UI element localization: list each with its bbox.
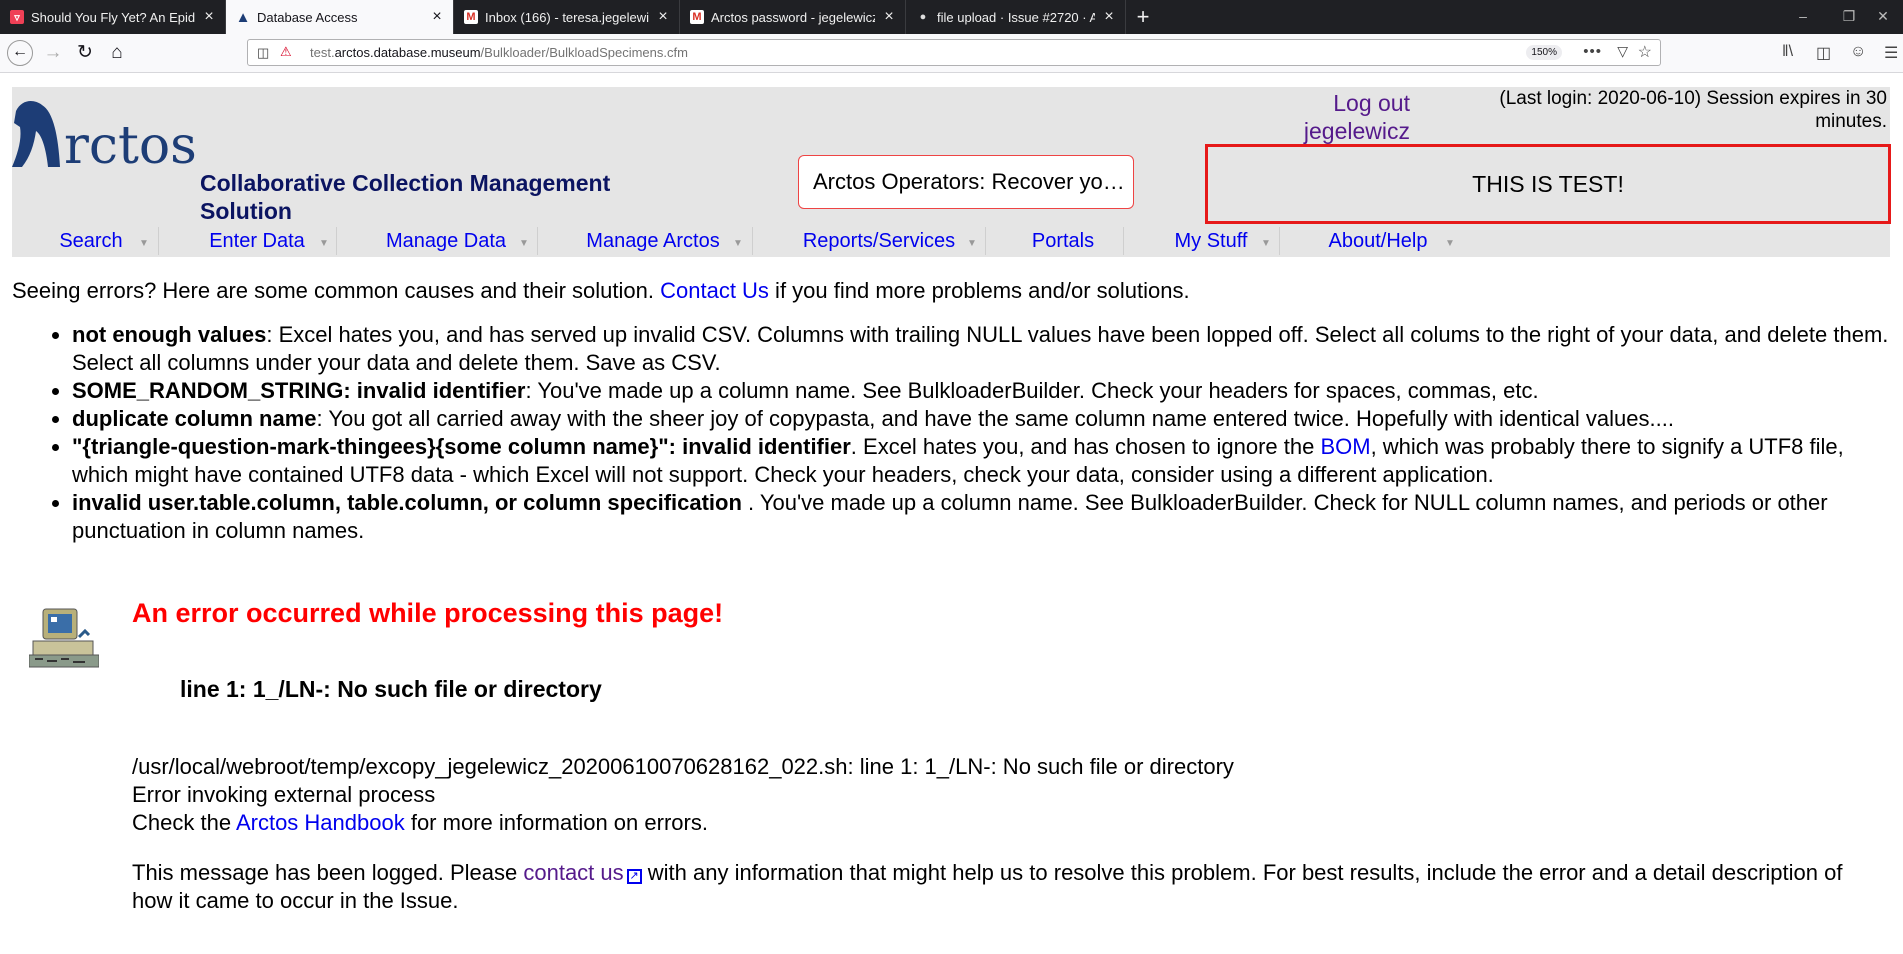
menu-divider bbox=[752, 227, 753, 255]
forward-icon[interactable]: → bbox=[40, 40, 66, 66]
tab-title: file upload · Issue #2720 · Arcto bbox=[937, 9, 1095, 25]
error-title: An error occurred while processing this … bbox=[132, 598, 724, 628]
arctos-logo[interactable]: rctos bbox=[12, 91, 212, 171]
common-causes-list: not enough values: Excel hates you, and … bbox=[12, 321, 1890, 545]
pocket-save-icon[interactable]: ▽ bbox=[1617, 43, 1628, 60]
main-menu: Search ▼ Enter Data ▼ Manage Data ▼ Mana… bbox=[12, 225, 1890, 257]
error-detail: /usr/local/webroot/temp/excopy_jegelewic… bbox=[132, 753, 1872, 915]
menu-enter-data[interactable]: Enter Data bbox=[182, 225, 332, 257]
page-actions-icon[interactable]: ••• bbox=[1583, 43, 1602, 60]
chevron-down-icon: ▼ bbox=[519, 238, 529, 249]
list-item: "{triangle-question-mark-thingees}{some … bbox=[72, 433, 1890, 489]
list-item: SOME_RANDOM_STRING: invalid identifier: … bbox=[72, 377, 1890, 405]
announcement-banner[interactable]: Arctos Operators: Recover your … bbox=[798, 155, 1134, 209]
insecure-lock-icon[interactable]: ⚠ bbox=[280, 44, 292, 60]
bulkload-errors-help: Seeing errors? Here are some common caus… bbox=[12, 277, 1890, 545]
menu-manage-data[interactable]: Manage Data bbox=[358, 225, 534, 257]
menu-divider bbox=[1123, 227, 1124, 255]
reload-icon[interactable]: ↻ bbox=[72, 40, 98, 66]
menu-divider bbox=[336, 227, 337, 255]
chevron-down-icon: ▼ bbox=[139, 238, 149, 249]
broken-computer-icon bbox=[29, 608, 99, 668]
menu-divider bbox=[985, 227, 986, 255]
tab-file-upload-issue[interactable]: ● file upload · Issue #2720 · Arcto × bbox=[906, 0, 1126, 34]
test-environment-banner: THIS IS TEST! bbox=[1205, 144, 1891, 224]
tab-title: Database Access bbox=[257, 9, 358, 25]
browser-toolbar: ← → ↻ ⌂ ◫ ⚠ test.arctos.database.museum/… bbox=[0, 34, 1903, 73]
pocket-icon: ▿ bbox=[10, 10, 24, 24]
sidebar-icon[interactable]: ◫ bbox=[1816, 43, 1831, 63]
bom-link[interactable]: BOM bbox=[1320, 434, 1370, 459]
menu-divider bbox=[1279, 227, 1280, 255]
tracking-shield-icon[interactable]: ◫ bbox=[257, 45, 269, 61]
menu-search[interactable]: Search bbox=[36, 225, 146, 257]
error-line: line 1: 1_/LN-: No such file or director… bbox=[180, 676, 602, 702]
intro-text: Seeing errors? Here are some common caus… bbox=[12, 278, 1190, 303]
tab-inbox[interactable]: M Inbox (166) - teresa.jegelewicz × bbox=[454, 0, 680, 34]
browser-tab-bar: ▿ Should You Fly Yet? An Epidemi × ▲ Dat… bbox=[0, 0, 1903, 34]
external-link-icon[interactable]: ↗ bbox=[626, 869, 642, 884]
contact-us-link[interactable]: contact us bbox=[523, 860, 623, 885]
tab-title: Arctos password - jegelewicz66 bbox=[711, 9, 875, 25]
menu-reports-services[interactable]: Reports/Services bbox=[774, 225, 984, 257]
tab-title: Inbox (166) - teresa.jegelewicz bbox=[485, 9, 649, 25]
logout-link[interactable]: Log out jegelewicz bbox=[1280, 89, 1410, 145]
chevron-down-icon: ▼ bbox=[733, 238, 743, 249]
new-tab-button[interactable]: + bbox=[1130, 4, 1156, 30]
list-item: invalid user.table.column, table.column,… bbox=[72, 489, 1890, 545]
close-tab-icon[interactable]: × bbox=[201, 9, 217, 25]
library-icon[interactable]: ‖\ bbox=[1782, 43, 1793, 61]
minimize-button[interactable]: – bbox=[1780, 0, 1826, 34]
close-tab-icon[interactable]: × bbox=[655, 9, 671, 25]
close-tab-icon[interactable]: × bbox=[1101, 9, 1117, 25]
error-detail-process: Error invoking external process bbox=[132, 782, 436, 807]
gmail-icon: M bbox=[464, 10, 478, 24]
site-header: rctos Collaborative Collection Managemen… bbox=[12, 87, 1891, 225]
tab-title: Should You Fly Yet? An Epidemi bbox=[31, 9, 195, 25]
back-icon[interactable]: ← bbox=[7, 40, 33, 66]
chevron-down-icon: ▼ bbox=[319, 238, 329, 249]
address-bar[interactable]: ◫ ⚠ test.arctos.database.museum/Bulkload… bbox=[247, 39, 1661, 66]
list-item: duplicate column name: You got all carri… bbox=[72, 405, 1890, 433]
tab-database-access[interactable]: ▲ Database Access × bbox=[226, 0, 454, 34]
bookmark-star-icon[interactable]: ☆ bbox=[1638, 42, 1652, 62]
menu-portals[interactable]: Portals bbox=[1004, 225, 1122, 257]
contact-us-link[interactable]: Contact Us bbox=[660, 278, 769, 303]
error-detail-path: /usr/local/webroot/temp/excopy_jegelewic… bbox=[132, 754, 1234, 779]
menu-about-help[interactable]: About/Help bbox=[1298, 225, 1458, 257]
chevron-down-icon: ▼ bbox=[1445, 238, 1455, 249]
tab-should-you-fly[interactable]: ▿ Should You Fly Yet? An Epidemi × bbox=[0, 0, 226, 34]
arctos-bear-icon: ▲ bbox=[235, 8, 251, 26]
close-window-button[interactable]: ✕ bbox=[1860, 0, 1903, 34]
menu-divider bbox=[537, 227, 538, 255]
zoom-level[interactable]: 150% bbox=[1526, 45, 1562, 60]
list-item: not enough values: Excel hates you, and … bbox=[72, 321, 1890, 377]
chevron-down-icon: ▼ bbox=[967, 238, 977, 249]
account-icon[interactable]: ☺ bbox=[1850, 43, 1866, 61]
menu-my-stuff[interactable]: My Stuff bbox=[1142, 225, 1280, 257]
tab-arctos-password[interactable]: M Arctos password - jegelewicz66 × bbox=[680, 0, 906, 34]
url-text[interactable]: test.arctos.database.museum/Bulkloader/B… bbox=[310, 45, 688, 60]
close-tab-icon[interactable]: × bbox=[429, 9, 445, 25]
svg-text:rctos: rctos bbox=[64, 116, 197, 171]
arctos-handbook-link[interactable]: Arctos Handbook bbox=[236, 810, 405, 835]
menu-manage-arctos[interactable]: Manage Arctos bbox=[558, 225, 748, 257]
gmail-icon: M bbox=[690, 10, 704, 24]
chevron-down-icon: ▼ bbox=[1261, 238, 1271, 249]
session-info: (Last login: 2020-06-10) Session expires… bbox=[1499, 88, 1887, 132]
home-icon[interactable]: ⌂ bbox=[104, 40, 130, 66]
site-tagline: Collaborative Collection Management Solu… bbox=[200, 170, 611, 224]
menu-divider bbox=[158, 227, 159, 255]
logged-message: This message has been logged. Please con… bbox=[132, 860, 1843, 913]
menu-icon[interactable]: ☰ bbox=[1884, 43, 1898, 63]
handbook-text: Check the Arctos Handbook for more infor… bbox=[132, 810, 708, 835]
github-icon: ● bbox=[916, 10, 930, 24]
close-tab-icon[interactable]: × bbox=[881, 9, 897, 25]
